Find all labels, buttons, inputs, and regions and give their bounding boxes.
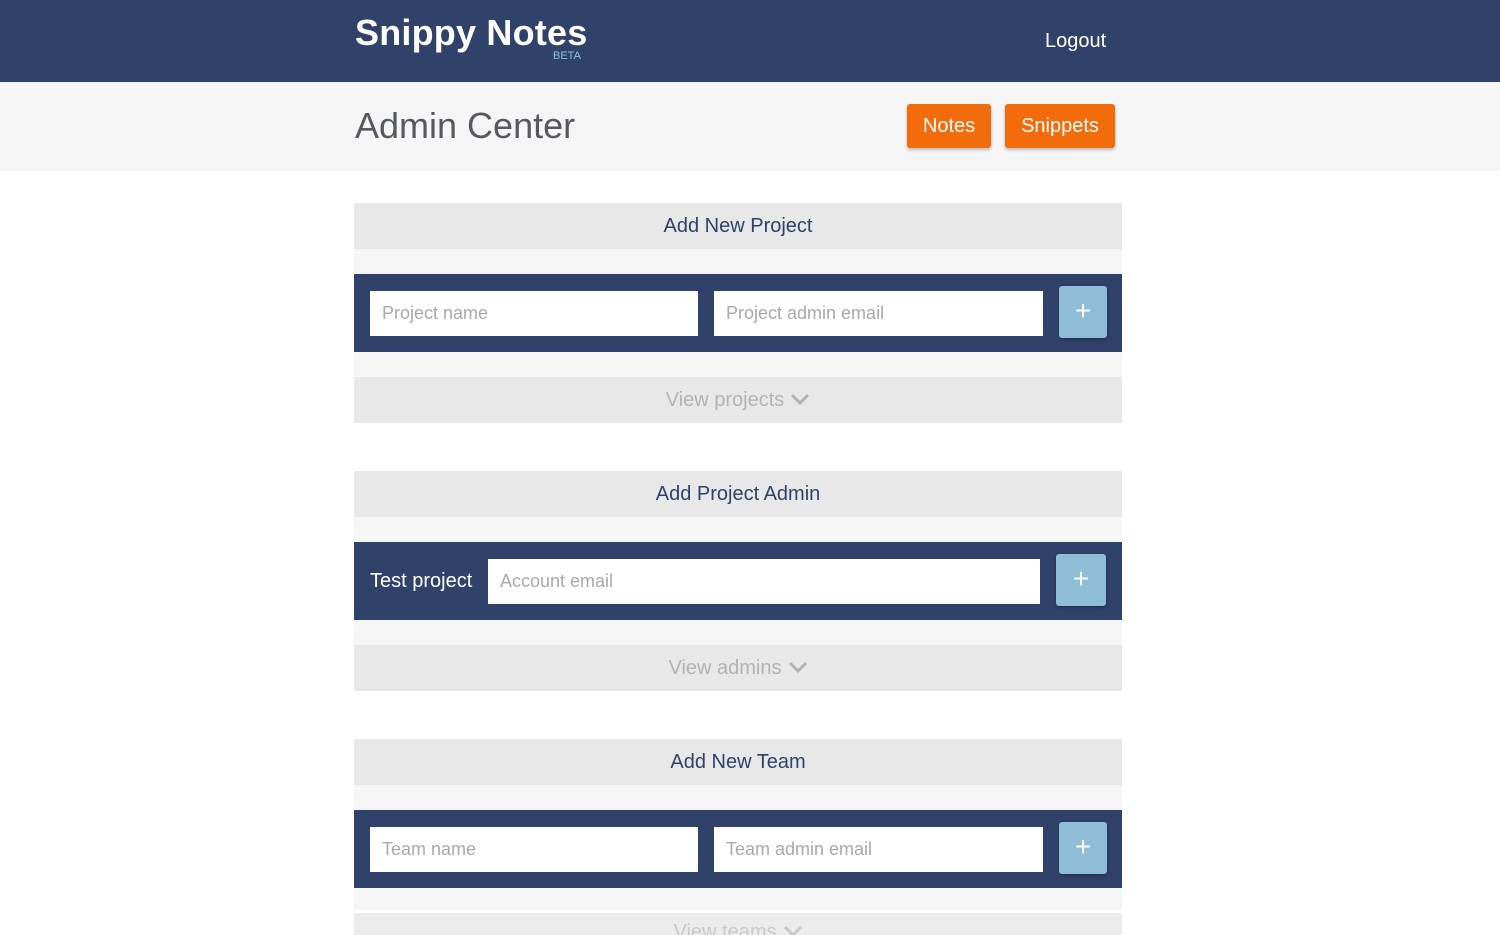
view-teams-toggle[interactable]: View teams (354, 913, 1122, 935)
chevron-down-icon (788, 644, 808, 690)
section-spacer (354, 888, 1122, 910)
notes-button[interactable]: Notes (907, 104, 991, 148)
page-title: Admin Center (355, 105, 576, 146)
view-admins-toggle[interactable]: View admins (354, 645, 1122, 691)
subheader-bar (0, 82, 1500, 171)
chevron-down-icon (783, 913, 803, 935)
account-email-input[interactable] (488, 559, 1040, 604)
chevron-down-icon (790, 376, 810, 422)
view-teams-label: View teams (673, 921, 777, 935)
section-spacer (354, 785, 1122, 810)
add-project-heading: Add New Project (354, 203, 1122, 249)
selected-project-label: Test project (370, 570, 473, 592)
view-projects-toggle[interactable]: View projects (354, 377, 1122, 423)
section-spacer (354, 517, 1122, 542)
beta-badge: BETA (553, 50, 581, 62)
brand-logo[interactable]: Snippy Notes (355, 12, 587, 54)
team-name-input[interactable] (370, 827, 698, 872)
add-admin-button[interactable]: + (1056, 554, 1106, 606)
add-project-button[interactable]: + (1059, 286, 1107, 338)
top-navbar (0, 0, 1500, 82)
section-spacer (354, 620, 1122, 645)
add-team-heading: Add New Team (354, 739, 1122, 785)
snippets-button[interactable]: Snippets (1005, 104, 1115, 148)
section-spacer (354, 352, 1122, 377)
view-admins-label: View admins (668, 657, 782, 679)
logout-link[interactable]: Logout (1045, 28, 1106, 54)
project-name-input[interactable] (370, 291, 698, 336)
view-projects-label: View projects (665, 389, 785, 411)
section-spacer (354, 249, 1122, 274)
add-team-button[interactable]: + (1059, 822, 1107, 874)
add-admin-heading: Add Project Admin (354, 471, 1122, 517)
project-admin-email-input[interactable] (714, 291, 1043, 336)
team-admin-email-input[interactable] (714, 827, 1043, 872)
